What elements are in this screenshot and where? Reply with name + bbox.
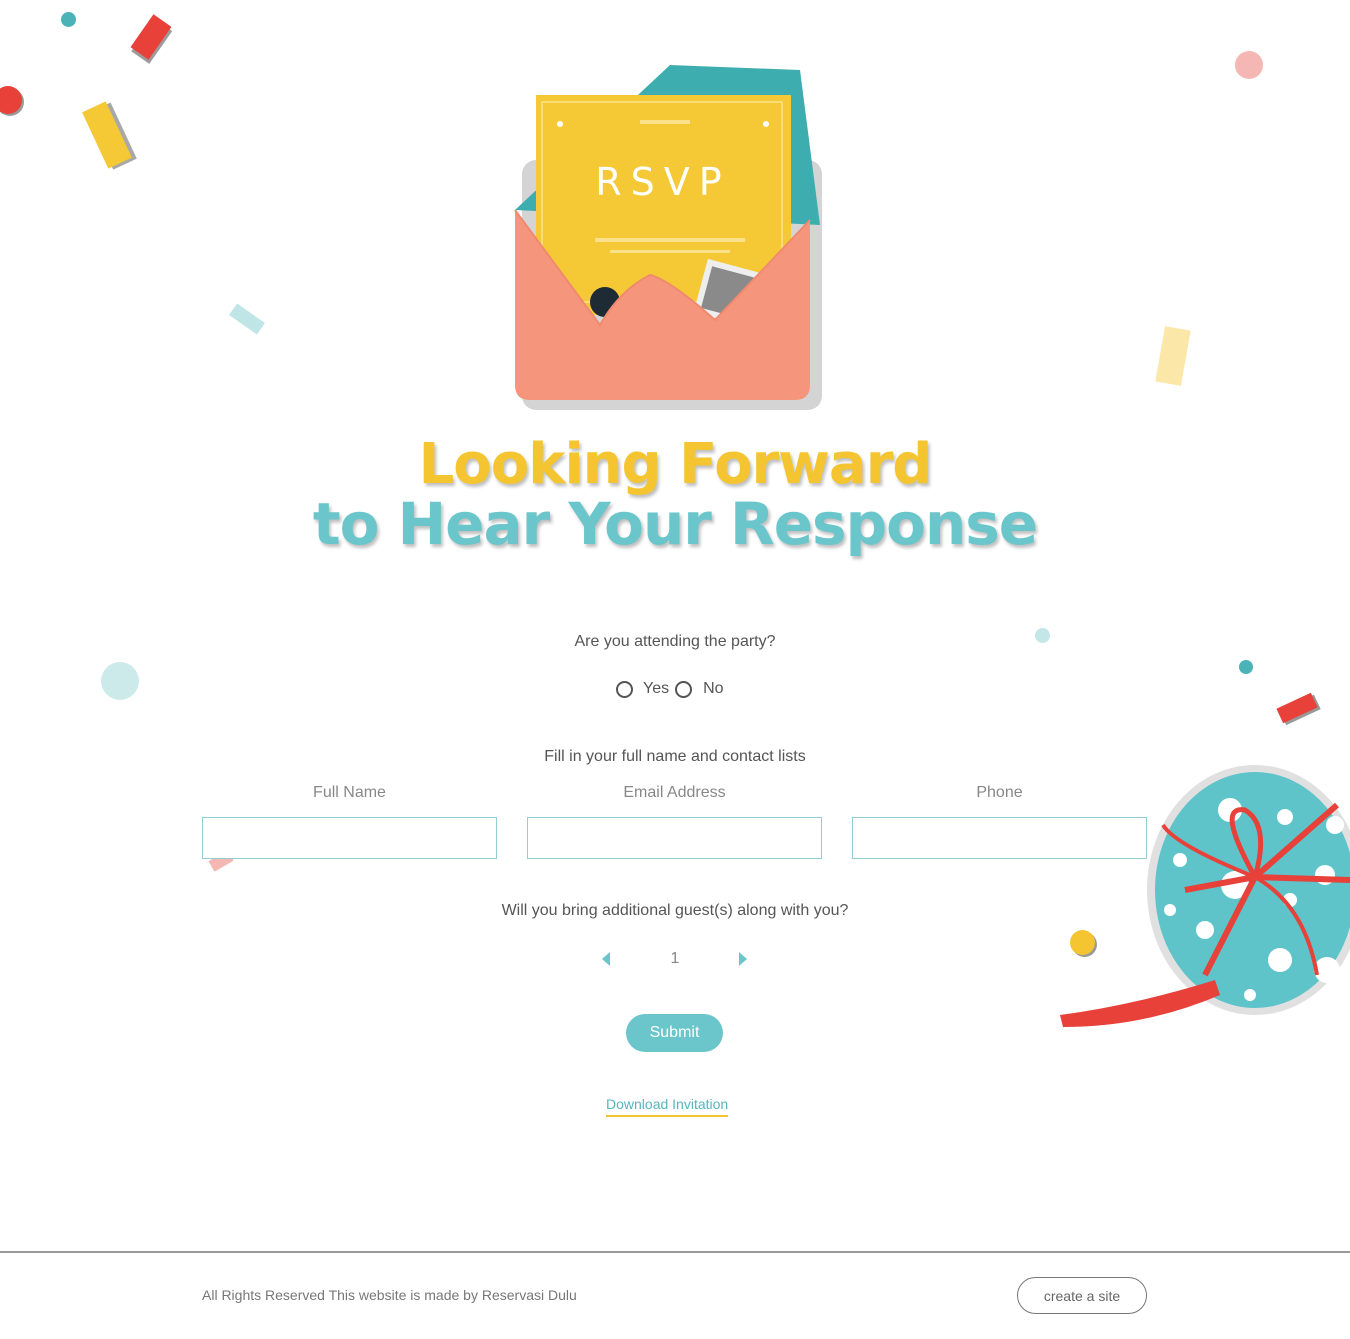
rsvp-envelope-illustration: RSVP xyxy=(514,65,822,410)
headline-line-1: Looking Forward xyxy=(418,432,933,497)
headline-line-2: to Hear Your Response xyxy=(312,490,1038,558)
increment-arrow-icon[interactable] xyxy=(739,952,747,966)
radio-yes[interactable] xyxy=(616,680,633,698)
download-invitation-link[interactable]: Download Invitation xyxy=(606,1096,729,1117)
attendance-question: Are you attending the party? xyxy=(574,633,776,650)
create-a-site-button[interactable]: create a site xyxy=(1017,1277,1147,1314)
confetti-strip xyxy=(1276,692,1318,724)
confetti-dot xyxy=(0,86,22,114)
confetti-strip xyxy=(1155,326,1191,386)
contact-prompt: Fill in your full name and contact lists xyxy=(544,748,806,765)
full-name-input[interactable] xyxy=(202,817,497,859)
email-label: Email Address xyxy=(623,784,726,801)
confetti-strip xyxy=(229,303,265,335)
phone-input[interactable] xyxy=(852,817,1147,859)
radio-no[interactable] xyxy=(675,680,693,698)
submit-button[interactable]: Submit xyxy=(626,1014,723,1052)
guests-question: Will you bring additional guest(s) along… xyxy=(501,902,849,919)
confetti-dot xyxy=(101,662,139,700)
attendance-options: Yes No xyxy=(616,680,724,698)
confetti-strip xyxy=(82,101,132,169)
footer-divider xyxy=(0,1251,1350,1253)
footer-copyright: All Rights Reserved This website is made… xyxy=(202,1287,577,1303)
confetti-strip xyxy=(130,14,172,60)
full-name-label: Full Name xyxy=(313,784,386,801)
radio-no-label[interactable]: No xyxy=(703,680,723,698)
confetti-dot xyxy=(1235,51,1263,79)
radio-yes-label[interactable]: Yes xyxy=(643,680,669,698)
rsvp-card-text: RSVP xyxy=(595,160,730,204)
guest-count: 1 xyxy=(670,950,680,967)
email-input[interactable] xyxy=(527,817,822,859)
confetti-dot xyxy=(1239,660,1253,674)
decrement-arrow-icon[interactable] xyxy=(602,952,610,966)
confetti-dot xyxy=(61,12,76,27)
